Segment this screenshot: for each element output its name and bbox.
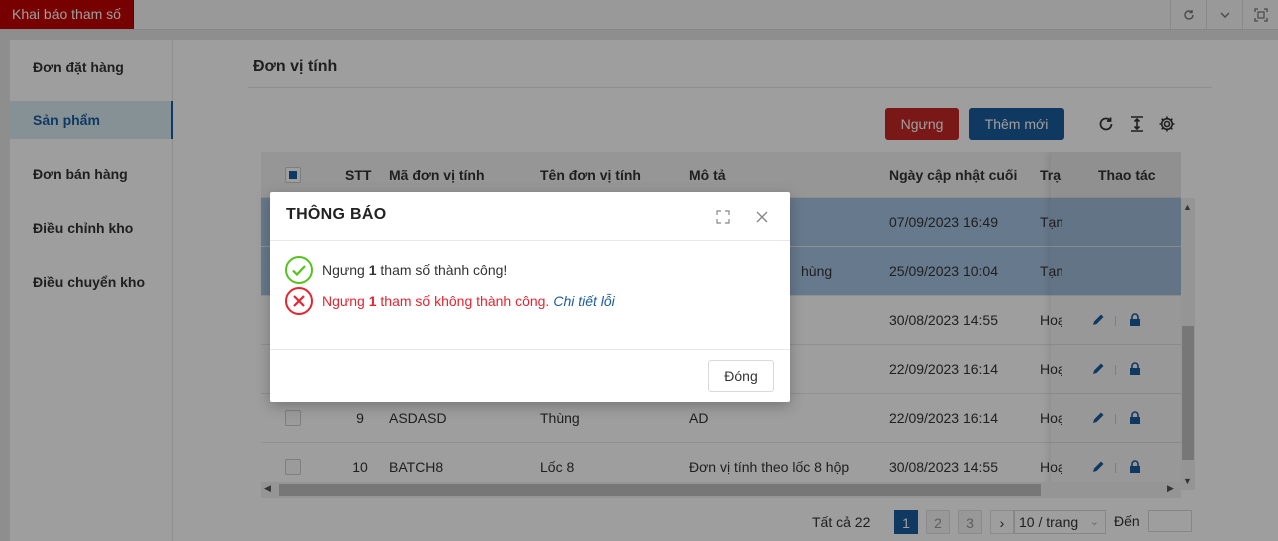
error-prefix: Ngưng [322, 293, 369, 309]
dialog-title: THÔNG BÁO [286, 206, 387, 223]
success-prefix: Ngưng [322, 262, 369, 278]
close-icon[interactable] [753, 208, 771, 226]
success-check-icon [285, 256, 313, 284]
dialog-header: THÔNG BÁO [270, 192, 790, 241]
close-dialog-button[interactable]: Đóng [708, 360, 774, 392]
error-suffix: tham số không thành công. [376, 293, 550, 309]
error-details-link[interactable]: Chi tiết lỗi [553, 293, 614, 309]
success-count: 1 [368, 262, 377, 278]
maximize-icon[interactable] [714, 208, 732, 226]
error-count: 1 [368, 293, 377, 309]
success-suffix: tham số thành công! [376, 262, 508, 278]
dialog-footer-divider [270, 349, 790, 350]
success-message: Ngưng 1 tham số thành công! [284, 255, 507, 285]
error-message: Ngưng 1 tham số không thành công. Chi ti… [284, 286, 615, 316]
error-x-icon [285, 287, 313, 315]
notification-dialog: THÔNG BÁO Ngưng 1 tham số thành công! Ng… [270, 192, 790, 402]
